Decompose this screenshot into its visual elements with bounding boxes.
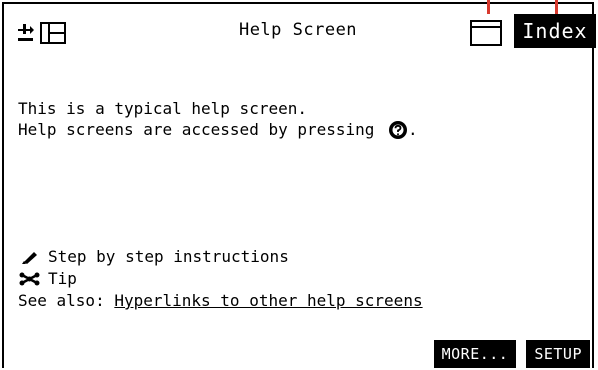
body-line-2-end: . — [408, 120, 418, 139]
tip-label: Tip — [48, 269, 77, 288]
list-item-tip: Tip — [18, 268, 423, 290]
body-line-2-text: Help screens are accessed by pressing — [18, 120, 385, 139]
more-button[interactable]: MORE... — [433, 340, 517, 368]
title-bar: Help Screen Index — [8, 10, 596, 48]
help-window — [2, 2, 594, 368]
body-line-1: This is a typical help screen. — [18, 99, 307, 118]
see-also-label: See also: — [18, 291, 115, 310]
pencil-icon — [22, 252, 37, 264]
button-bar: MORE... SETUP — [433, 340, 590, 368]
list-item-steps: Step by step instructions — [18, 246, 423, 268]
help-key-icon — [389, 120, 408, 139]
help-list: Step by step instructions Tip See also: … — [18, 246, 423, 312]
help-body: This is a typical help screen. Help scre… — [18, 98, 418, 140]
hyperlink-help-screens[interactable]: Hyperlinks to other help screens — [114, 290, 422, 312]
list-item-see-also: See also: Hyperlinks to other help scree… — [18, 290, 423, 312]
window-icon[interactable] — [470, 18, 502, 46]
setup-button[interactable]: SETUP — [526, 340, 590, 368]
body-line-2: Help screens are accessed by pressing . — [18, 119, 418, 140]
tip-icon — [19, 272, 40, 286]
index-tab[interactable]: Index — [514, 14, 596, 48]
steps-label: Step by step instructions — [48, 247, 289, 266]
